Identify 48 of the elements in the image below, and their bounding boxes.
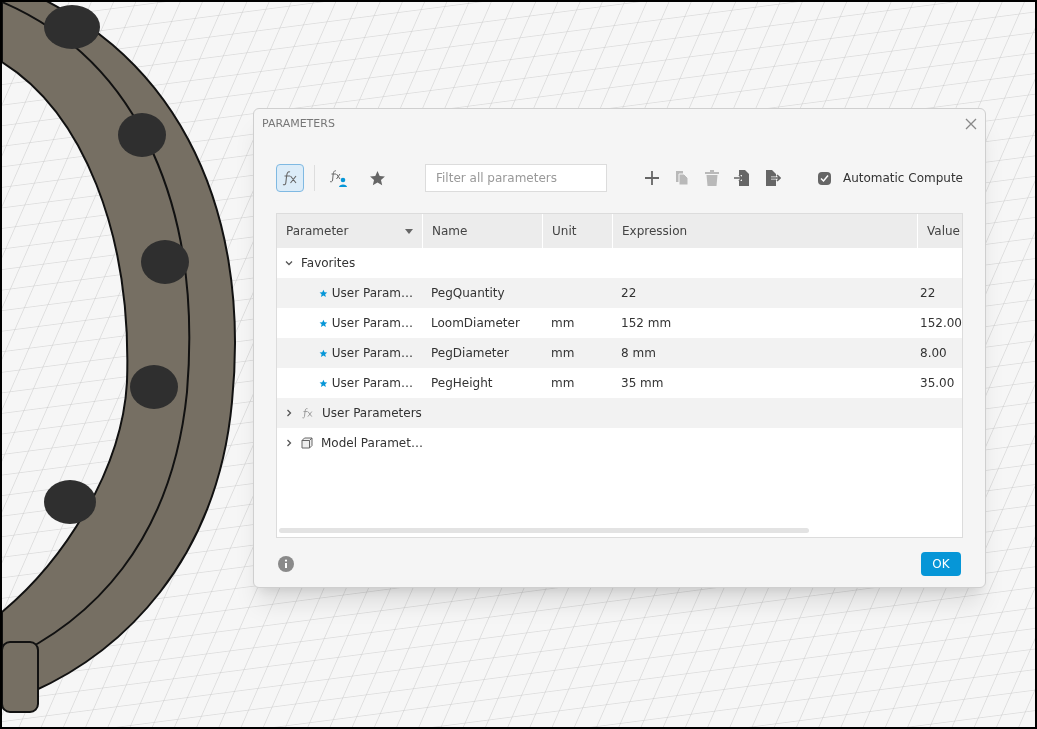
table-cell-text: PegDiameter	[431, 345, 509, 362]
fx-icon	[281, 170, 299, 186]
export-button[interactable]	[763, 169, 781, 187]
table-cell-text: mm	[551, 375, 575, 392]
info-icon[interactable]	[278, 556, 294, 572]
checkbox-label: Automatic Compute	[842, 170, 963, 187]
all-parameters-button[interactable]	[276, 164, 304, 192]
column-header[interactable]: Value	[927, 222, 960, 240]
table-cell-text: 22	[920, 285, 936, 302]
close-icon[interactable]	[965, 118, 977, 130]
filter-field[interactable]: Filter all parameters	[425, 164, 607, 192]
table-cell-text: User Param…	[331, 285, 413, 302]
group-row[interactable]: User Parameters	[277, 398, 962, 428]
star-icon	[368, 169, 386, 187]
table-cell-text: 152 mm	[621, 315, 672, 332]
chevron-icon[interactable]	[285, 409, 293, 417]
horizontal-scrollbar[interactable]	[279, 528, 809, 533]
column-header[interactable]: Name	[432, 222, 468, 240]
cube-icon	[301, 437, 313, 449]
checkbox[interactable]	[817, 171, 831, 185]
table-cell-text: PegQuantity	[431, 285, 505, 302]
table-cell-text: 35.00	[920, 375, 955, 392]
table-cell-text: User Param…	[331, 345, 413, 362]
fx-user-icon	[329, 169, 349, 187]
group-label: Model Paramet…	[321, 435, 423, 452]
table-cell-text: 35 mm	[621, 375, 664, 392]
column-header[interactable]: Expression	[622, 222, 688, 240]
group-label: User Parameters	[322, 405, 422, 422]
dropdown-caret-icon[interactable]	[405, 228, 413, 234]
chevron-icon[interactable]	[285, 439, 293, 447]
add-button[interactable]	[643, 169, 661, 187]
table-cell-text: 8.00	[920, 345, 947, 362]
table-cell-text: mm	[551, 315, 575, 332]
column-header[interactable]: Unit	[552, 222, 577, 240]
dialog-title: PARAMETERS	[262, 115, 335, 132]
fx-icon	[301, 407, 314, 419]
table-cell-text: 22	[621, 285, 637, 302]
group-label: Favorites	[301, 255, 356, 272]
table-cell-text: 152.00	[920, 315, 962, 332]
table-cell-text: mm	[551, 345, 575, 362]
table-cell-text: User Param…	[331, 315, 413, 332]
import-button[interactable]	[733, 169, 751, 187]
table-cell-text: User Param…	[331, 375, 413, 392]
table-cell-text: 8 mm	[621, 345, 656, 362]
chevron-icon[interactable]	[285, 259, 293, 267]
column-header[interactable]: Parameter	[286, 222, 349, 240]
table-cell-text: PegHeight	[431, 375, 493, 392]
table-cell-text: LoomDiameter	[431, 315, 520, 332]
